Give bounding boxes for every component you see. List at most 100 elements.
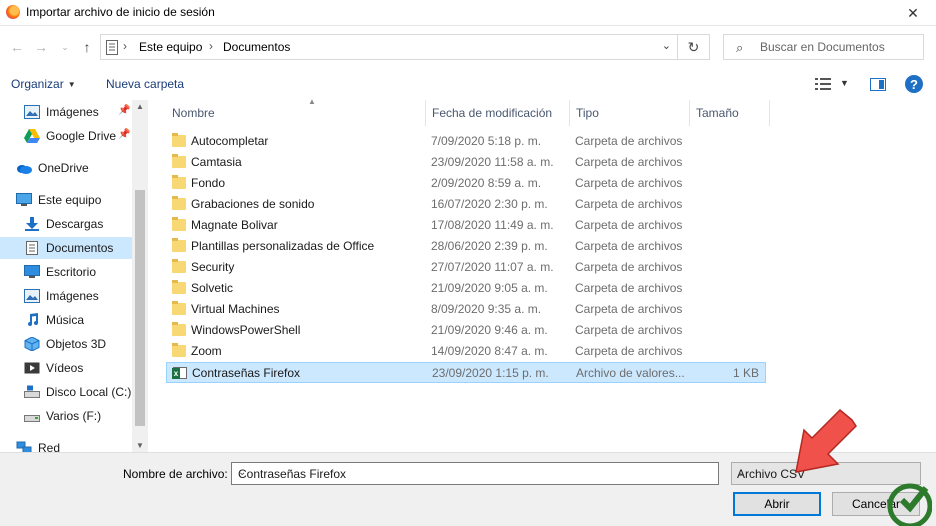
file-name: Fondo xyxy=(191,176,226,190)
close-button[interactable]: ✕ xyxy=(890,0,936,26)
refresh-button[interactable]: ↻ xyxy=(678,34,710,60)
nav-item-musica[interactable]: Música xyxy=(0,309,132,331)
nav-item-disco-local[interactable]: Disco Local (C:) xyxy=(0,381,132,403)
organize-button[interactable]: Organizar ▼ xyxy=(11,77,76,91)
breadcrumb-este-equipo[interactable]: Este equipo xyxy=(139,40,202,54)
filename-input[interactable]: Contraseñas Firefox ⌄ xyxy=(231,462,719,485)
table-row[interactable]: WindowsPowerShell 21/09/2020 9:46 a. m. … xyxy=(166,320,766,341)
organize-label: Organizar xyxy=(11,77,64,91)
folder-icon xyxy=(172,259,186,273)
file-modified: 27/07/2020 11:07 a. m. xyxy=(431,260,554,274)
firefox-icon xyxy=(6,5,20,19)
scrollbar-thumb[interactable] xyxy=(135,190,145,426)
column-header-modified[interactable]: Fecha de modificación xyxy=(426,100,570,126)
network-icon xyxy=(16,441,32,452)
recent-locations-chevron-icon[interactable]: ⌄ xyxy=(56,38,74,56)
caret-down-icon: ▼ xyxy=(67,80,76,89)
file-modified: 21/09/2020 9:46 a. m. xyxy=(431,323,548,337)
file-list[interactable]: Nombre ▲ Fecha de modificación Tipo Tamañ… xyxy=(148,97,936,452)
file-name: Plantillas personalizadas de Office xyxy=(191,239,375,253)
column-header-size[interactable]: Tamaño xyxy=(690,100,770,126)
nav-item-label: Escritorio xyxy=(46,265,97,279)
address-bar[interactable]: › Este equipo › Documentos ⌄ xyxy=(100,34,678,60)
table-row[interactable]: Magnate Bolivar 17/08/2020 11:49 a. m. C… xyxy=(166,215,766,236)
table-row[interactable]: Fondo 2/09/2020 8:59 a. m. Carpeta de ar… xyxy=(166,173,766,194)
search-input[interactable] xyxy=(760,39,918,55)
nav-item-label: OneDrive xyxy=(38,161,89,175)
forward-arrow-icon[interactable]: → xyxy=(32,38,50,56)
file-modified: 16/07/2020 2:30 p. m. xyxy=(431,197,548,211)
file-modified: 14/09/2020 8:47 a. m. xyxy=(431,344,548,358)
file-type: Carpeta de archivos xyxy=(575,197,683,211)
local-disk-icon xyxy=(24,385,40,398)
view-options-caret-icon[interactable]: ▼ xyxy=(840,78,849,88)
nav-item-escritorio[interactable]: Escritorio xyxy=(0,261,132,283)
file-name: Autocompletar xyxy=(191,134,269,148)
nav-item-este-equipo[interactable]: Este equipo xyxy=(0,189,132,211)
nav-item-descargas[interactable]: Descargas xyxy=(0,213,132,235)
scroll-up-icon[interactable]: ▲ xyxy=(136,102,144,111)
file-type: Carpeta de archivos xyxy=(575,302,683,316)
back-arrow-icon[interactable]: ← xyxy=(8,38,26,56)
nav-item-varios[interactable]: Varios (F:) xyxy=(0,405,132,427)
nav-item-onedrive[interactable]: OneDrive xyxy=(0,157,132,179)
column-header-type[interactable]: Tipo xyxy=(570,100,690,126)
folder-icon xyxy=(172,280,186,294)
table-row[interactable]: Autocompletar 7/09/2020 5:18 p. m. Carpe… xyxy=(166,131,766,152)
scroll-down-icon[interactable]: ▼ xyxy=(136,441,144,450)
drive-icon xyxy=(24,415,40,422)
nav-item-videos[interactable]: Vídeos xyxy=(0,357,132,379)
nav-item-label: Google Drive xyxy=(46,129,117,143)
address-dropdown-icon[interactable]: ⌄ xyxy=(662,39,671,52)
music-icon xyxy=(28,313,38,326)
file-type: Carpeta de archivos xyxy=(575,323,683,337)
file-type: Carpeta de archivos xyxy=(575,134,683,148)
nav-item-label: Red xyxy=(38,441,61,452)
table-row[interactable]: Camtasia 23/09/2020 11:58 a. m. Carpeta … xyxy=(166,152,766,173)
nav-item-label: Documentos xyxy=(46,241,114,255)
file-name: Security xyxy=(191,260,235,274)
pictures-icon xyxy=(24,105,40,119)
table-row[interactable]: Virtual Machines 8/09/2020 9:35 a. m. Ca… xyxy=(166,299,766,320)
view-details-icon[interactable] xyxy=(815,77,831,91)
navigation-scrollbar[interactable]: ▲ ▼ xyxy=(132,100,148,452)
nav-item-google-drive[interactable]: Google Drive 📌 xyxy=(0,125,132,147)
nav-item-imagenes[interactable]: Imágenes xyxy=(0,285,132,307)
nav-item-objetos-3d[interactable]: Objetos 3D xyxy=(0,333,132,355)
breadcrumb-documentos[interactable]: Documentos xyxy=(223,40,290,54)
navigation-pane[interactable]: Imágenes 📌 Google Drive 📌 OneDrive Este … xyxy=(0,100,148,452)
file-modified: 23/09/2020 11:58 a. m. xyxy=(431,155,554,169)
file-type: Carpeta de archivos xyxy=(575,281,683,295)
file-modified: 8/09/2020 9:35 a. m. xyxy=(431,302,542,316)
desktop-icon xyxy=(24,265,40,278)
watermark-logo-icon xyxy=(887,483,932,526)
table-row[interactable]: Grabaciones de sonido 16/07/2020 2:30 p.… xyxy=(166,194,766,215)
folder-icon xyxy=(172,238,186,252)
up-arrow-icon[interactable]: ↑ xyxy=(78,38,96,56)
breadcrumb-separator-icon[interactable]: › xyxy=(209,39,213,53)
open-button[interactable]: Abrir xyxy=(733,492,821,516)
help-icon[interactable]: ? xyxy=(905,75,923,93)
new-folder-button[interactable]: Nueva carpeta xyxy=(106,77,184,91)
table-row[interactable]: Zoom 14/09/2020 8:47 a. m. Carpeta de ar… xyxy=(166,341,766,362)
nav-item-documentos[interactable]: Documentos xyxy=(0,237,132,259)
chevron-down-icon[interactable]: ⌄ xyxy=(238,467,713,478)
nav-item-imagenes-quick[interactable]: Imágenes 📌 xyxy=(0,101,132,123)
file-modified: 17/08/2020 11:49 a. m. xyxy=(431,218,554,232)
nav-item-label: Música xyxy=(46,313,85,327)
breadcrumb-separator-icon[interactable]: › xyxy=(123,39,127,53)
search-box[interactable]: ⌕ xyxy=(723,34,924,60)
preview-pane-icon[interactable] xyxy=(870,78,886,91)
table-row[interactable]: Solvetic 21/09/2020 9:05 a. m. Carpeta d… xyxy=(166,278,766,299)
file-modified: 21/09/2020 9:05 a. m. xyxy=(431,281,548,295)
column-header-name[interactable]: Nombre ▲ xyxy=(166,97,426,126)
folder-icon xyxy=(172,154,186,168)
pin-icon[interactable]: 📌 xyxy=(118,105,130,116)
pin-icon[interactable]: 📌 xyxy=(118,129,130,140)
table-row[interactable]: Security 27/07/2020 11:07 a. m. Carpeta … xyxy=(166,257,766,278)
file-name: Camtasia xyxy=(191,155,242,169)
nav-item-red[interactable]: Red xyxy=(0,437,132,452)
file-name: Solvetic xyxy=(191,281,234,295)
table-row[interactable]: Plantillas personalizadas de Office 28/0… xyxy=(166,236,766,257)
table-row-selected[interactable]: Contraseñas Firefox 23/09/2020 1:15 p. m… xyxy=(166,362,766,383)
